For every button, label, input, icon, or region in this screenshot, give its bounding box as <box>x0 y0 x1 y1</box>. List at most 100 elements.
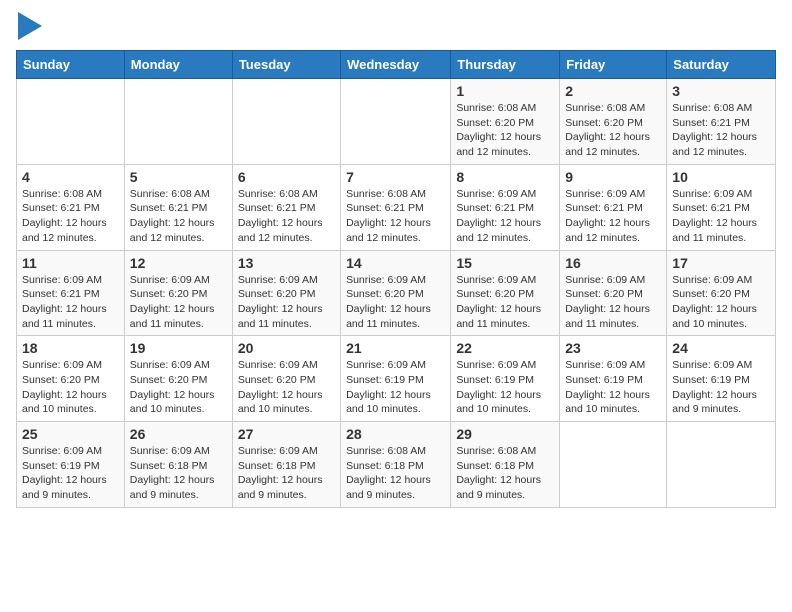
day-number: 23 <box>565 340 661 356</box>
day-info: Sunrise: 6:09 AMSunset: 6:19 PMDaylight:… <box>456 358 554 417</box>
day-number: 17 <box>672 255 770 271</box>
calendar-cell: 20 Sunrise: 6:09 AMSunset: 6:20 PMDayligh… <box>232 336 340 422</box>
day-number: 20 <box>238 340 335 356</box>
day-info: Sunrise: 6:08 AMSunset: 6:21 PMDaylight:… <box>22 187 119 246</box>
day-number: 19 <box>130 340 227 356</box>
day-number: 13 <box>238 255 335 271</box>
day-number: 24 <box>672 340 770 356</box>
calendar-cell: 22 Sunrise: 6:09 AMSunset: 6:19 PMDayligh… <box>451 336 560 422</box>
day-info: Sunrise: 6:09 AMSunset: 6:21 PMDaylight:… <box>565 187 661 246</box>
logo-icon <box>18 12 42 40</box>
calendar-cell: 8Sunrise: 6:09 AMSunset: 6:21 PMDaylight… <box>451 164 560 250</box>
day-info: Sunrise: 6:08 AMSunset: 6:18 PMDaylight:… <box>346 444 445 503</box>
calendar-cell: 21 Sunrise: 6:09 AMSunset: 6:19 PMDayligh… <box>341 336 451 422</box>
calendar-cell: 7Sunrise: 6:08 AMSunset: 6:21 PMDaylight… <box>341 164 451 250</box>
day-number: 5 <box>130 169 227 185</box>
day-info: Sunrise: 6:09 AMSunset: 6:19 PMDaylight:… <box>22 444 119 503</box>
day-number: 10 <box>672 169 770 185</box>
calendar-cell <box>667 422 776 508</box>
calendar-week-row: 18Sunrise: 6:09 AMSunset: 6:20 PMDayligh… <box>17 336 776 422</box>
day-number: 3 <box>672 83 770 99</box>
calendar-week-row: 4 Sunrise: 6:08 AMSunset: 6:21 PMDaylight… <box>17 164 776 250</box>
day-info: Sunrise: 6:09 AMSunset: 6:18 PMDaylight:… <box>238 444 335 503</box>
day-number: 6 <box>238 169 335 185</box>
calendar-cell: 5 Sunrise: 6:08 AMSunset: 6:21 PMDaylight… <box>124 164 232 250</box>
day-number: 28 <box>346 426 445 442</box>
day-info: Sunrise: 6:09 AMSunset: 6:20 PMDaylight:… <box>238 273 335 332</box>
day-info: Sunrise: 6:09 AMSunset: 6:20 PMDaylight:… <box>130 358 227 417</box>
calendar-cell <box>560 422 667 508</box>
calendar-cell: 24Sunrise: 6:09 AMSunset: 6:19 PMDayligh… <box>667 336 776 422</box>
calendar-cell: 13 Sunrise: 6:09 AMSunset: 6:20 PMDayligh… <box>232 250 340 336</box>
calendar-week-row: 25 Sunrise: 6:09 AMSunset: 6:19 PMDayligh… <box>17 422 776 508</box>
calendar-cell <box>17 79 125 165</box>
day-number: 26 <box>130 426 227 442</box>
calendar-header-thursday: Thursday <box>451 51 560 79</box>
calendar-cell: 25 Sunrise: 6:09 AMSunset: 6:19 PMDayligh… <box>17 422 125 508</box>
day-number: 2 <box>565 83 661 99</box>
day-info: Sunrise: 6:09 AMSunset: 6:19 PMDaylight:… <box>346 358 445 417</box>
day-info: Sunrise: 6:09 AMSunset: 6:20 PMDaylight:… <box>565 273 661 332</box>
calendar-cell: 11 Sunrise: 6:09 AMSunset: 6:21 PMDayligh… <box>17 250 125 336</box>
day-info: Sunrise: 6:08 AMSunset: 6:21 PMDaylight:… <box>130 187 227 246</box>
calendar-cell: 12 Sunrise: 6:09 AMSunset: 6:20 PMDayligh… <box>124 250 232 336</box>
calendar-cell: 1 Sunrise: 6:08 AMSunset: 6:20 PMDaylight… <box>451 79 560 165</box>
calendar-table: SundayMondayTuesdayWednesdayThursdayFrid… <box>16 50 776 508</box>
day-number: 11 <box>22 255 119 271</box>
day-number: 4 <box>22 169 119 185</box>
day-number: 9 <box>565 169 661 185</box>
logo <box>16 16 42 40</box>
calendar-cell: 6 Sunrise: 6:08 AMSunset: 6:21 PMDaylight… <box>232 164 340 250</box>
calendar-header-monday: Monday <box>124 51 232 79</box>
day-info: Sunrise: 6:09 AMSunset: 6:20 PMDaylight:… <box>130 273 227 332</box>
day-number: 27 <box>238 426 335 442</box>
day-info: Sunrise: 6:09 AMSunset: 6:20 PMDaylight:… <box>238 358 335 417</box>
calendar-cell: 15Sunrise: 6:09 AMSunset: 6:20 PMDayligh… <box>451 250 560 336</box>
calendar-cell: 29Sunrise: 6:08 AMSunset: 6:18 PMDayligh… <box>451 422 560 508</box>
day-number: 21 <box>346 340 445 356</box>
calendar-header-saturday: Saturday <box>667 51 776 79</box>
page-header <box>16 16 776 40</box>
day-info: Sunrise: 6:09 AMSunset: 6:21 PMDaylight:… <box>22 273 119 332</box>
day-info: Sunrise: 6:09 AMSunset: 6:19 PMDaylight:… <box>565 358 661 417</box>
calendar-cell: 23 Sunrise: 6:09 AMSunset: 6:19 PMDayligh… <box>560 336 667 422</box>
calendar-cell: 28 Sunrise: 6:08 AMSunset: 6:18 PMDayligh… <box>341 422 451 508</box>
day-info: Sunrise: 6:09 AMSunset: 6:18 PMDaylight:… <box>130 444 227 503</box>
day-number: 16 <box>565 255 661 271</box>
day-number: 7 <box>346 169 445 185</box>
calendar-header-sunday: Sunday <box>17 51 125 79</box>
day-info: Sunrise: 6:08 AMSunset: 6:20 PMDaylight:… <box>456 101 554 160</box>
day-info: Sunrise: 6:08 AMSunset: 6:21 PMDaylight:… <box>672 101 770 160</box>
calendar-cell: 19 Sunrise: 6:09 AMSunset: 6:20 PMDayligh… <box>124 336 232 422</box>
calendar-week-row: 1 Sunrise: 6:08 AMSunset: 6:20 PMDaylight… <box>17 79 776 165</box>
day-info: Sunrise: 6:08 AMSunset: 6:20 PMDaylight:… <box>565 101 661 160</box>
calendar-cell: 4 Sunrise: 6:08 AMSunset: 6:21 PMDaylight… <box>17 164 125 250</box>
calendar-cell: 10 Sunrise: 6:09 AMSunset: 6:21 PMDayligh… <box>667 164 776 250</box>
day-number: 12 <box>130 255 227 271</box>
day-info: Sunrise: 6:09 AMSunset: 6:21 PMDaylight:… <box>672 187 770 246</box>
day-info: Sunrise: 6:08 AMSunset: 6:21 PMDaylight:… <box>238 187 335 246</box>
calendar-cell <box>124 79 232 165</box>
calendar-cell: 16 Sunrise: 6:09 AMSunset: 6:20 PMDayligh… <box>560 250 667 336</box>
day-info: Sunrise: 6:09 AMSunset: 6:20 PMDaylight:… <box>456 273 554 332</box>
day-info: Sunrise: 6:09 AMSunset: 6:20 PMDaylight:… <box>672 273 770 332</box>
calendar-week-row: 11 Sunrise: 6:09 AMSunset: 6:21 PMDayligh… <box>17 250 776 336</box>
calendar-header-tuesday: Tuesday <box>232 51 340 79</box>
calendar-cell: 26 Sunrise: 6:09 AMSunset: 6:18 PMDayligh… <box>124 422 232 508</box>
day-number: 1 <box>456 83 554 99</box>
calendar-cell: 2 Sunrise: 6:08 AMSunset: 6:20 PMDaylight… <box>560 79 667 165</box>
day-number: 25 <box>22 426 119 442</box>
day-info: Sunrise: 6:09 AMSunset: 6:20 PMDaylight:… <box>346 273 445 332</box>
day-info: Sunrise: 6:08 AMSunset: 6:18 PMDaylight:… <box>456 444 554 503</box>
calendar-header-wednesday: Wednesday <box>341 51 451 79</box>
calendar-header-row: SundayMondayTuesdayWednesdayThursdayFrid… <box>17 51 776 79</box>
calendar-cell: 18Sunrise: 6:09 AMSunset: 6:20 PMDayligh… <box>17 336 125 422</box>
day-info: Sunrise: 6:09 AMSunset: 6:20 PMDaylight:… <box>22 358 119 417</box>
calendar-header-friday: Friday <box>560 51 667 79</box>
day-number: 22 <box>456 340 554 356</box>
calendar-cell: 14 Sunrise: 6:09 AMSunset: 6:20 PMDayligh… <box>341 250 451 336</box>
calendar-cell <box>232 79 340 165</box>
calendar-cell <box>341 79 451 165</box>
day-number: 14 <box>346 255 445 271</box>
calendar-cell: 17 Sunrise: 6:09 AMSunset: 6:20 PMDayligh… <box>667 250 776 336</box>
